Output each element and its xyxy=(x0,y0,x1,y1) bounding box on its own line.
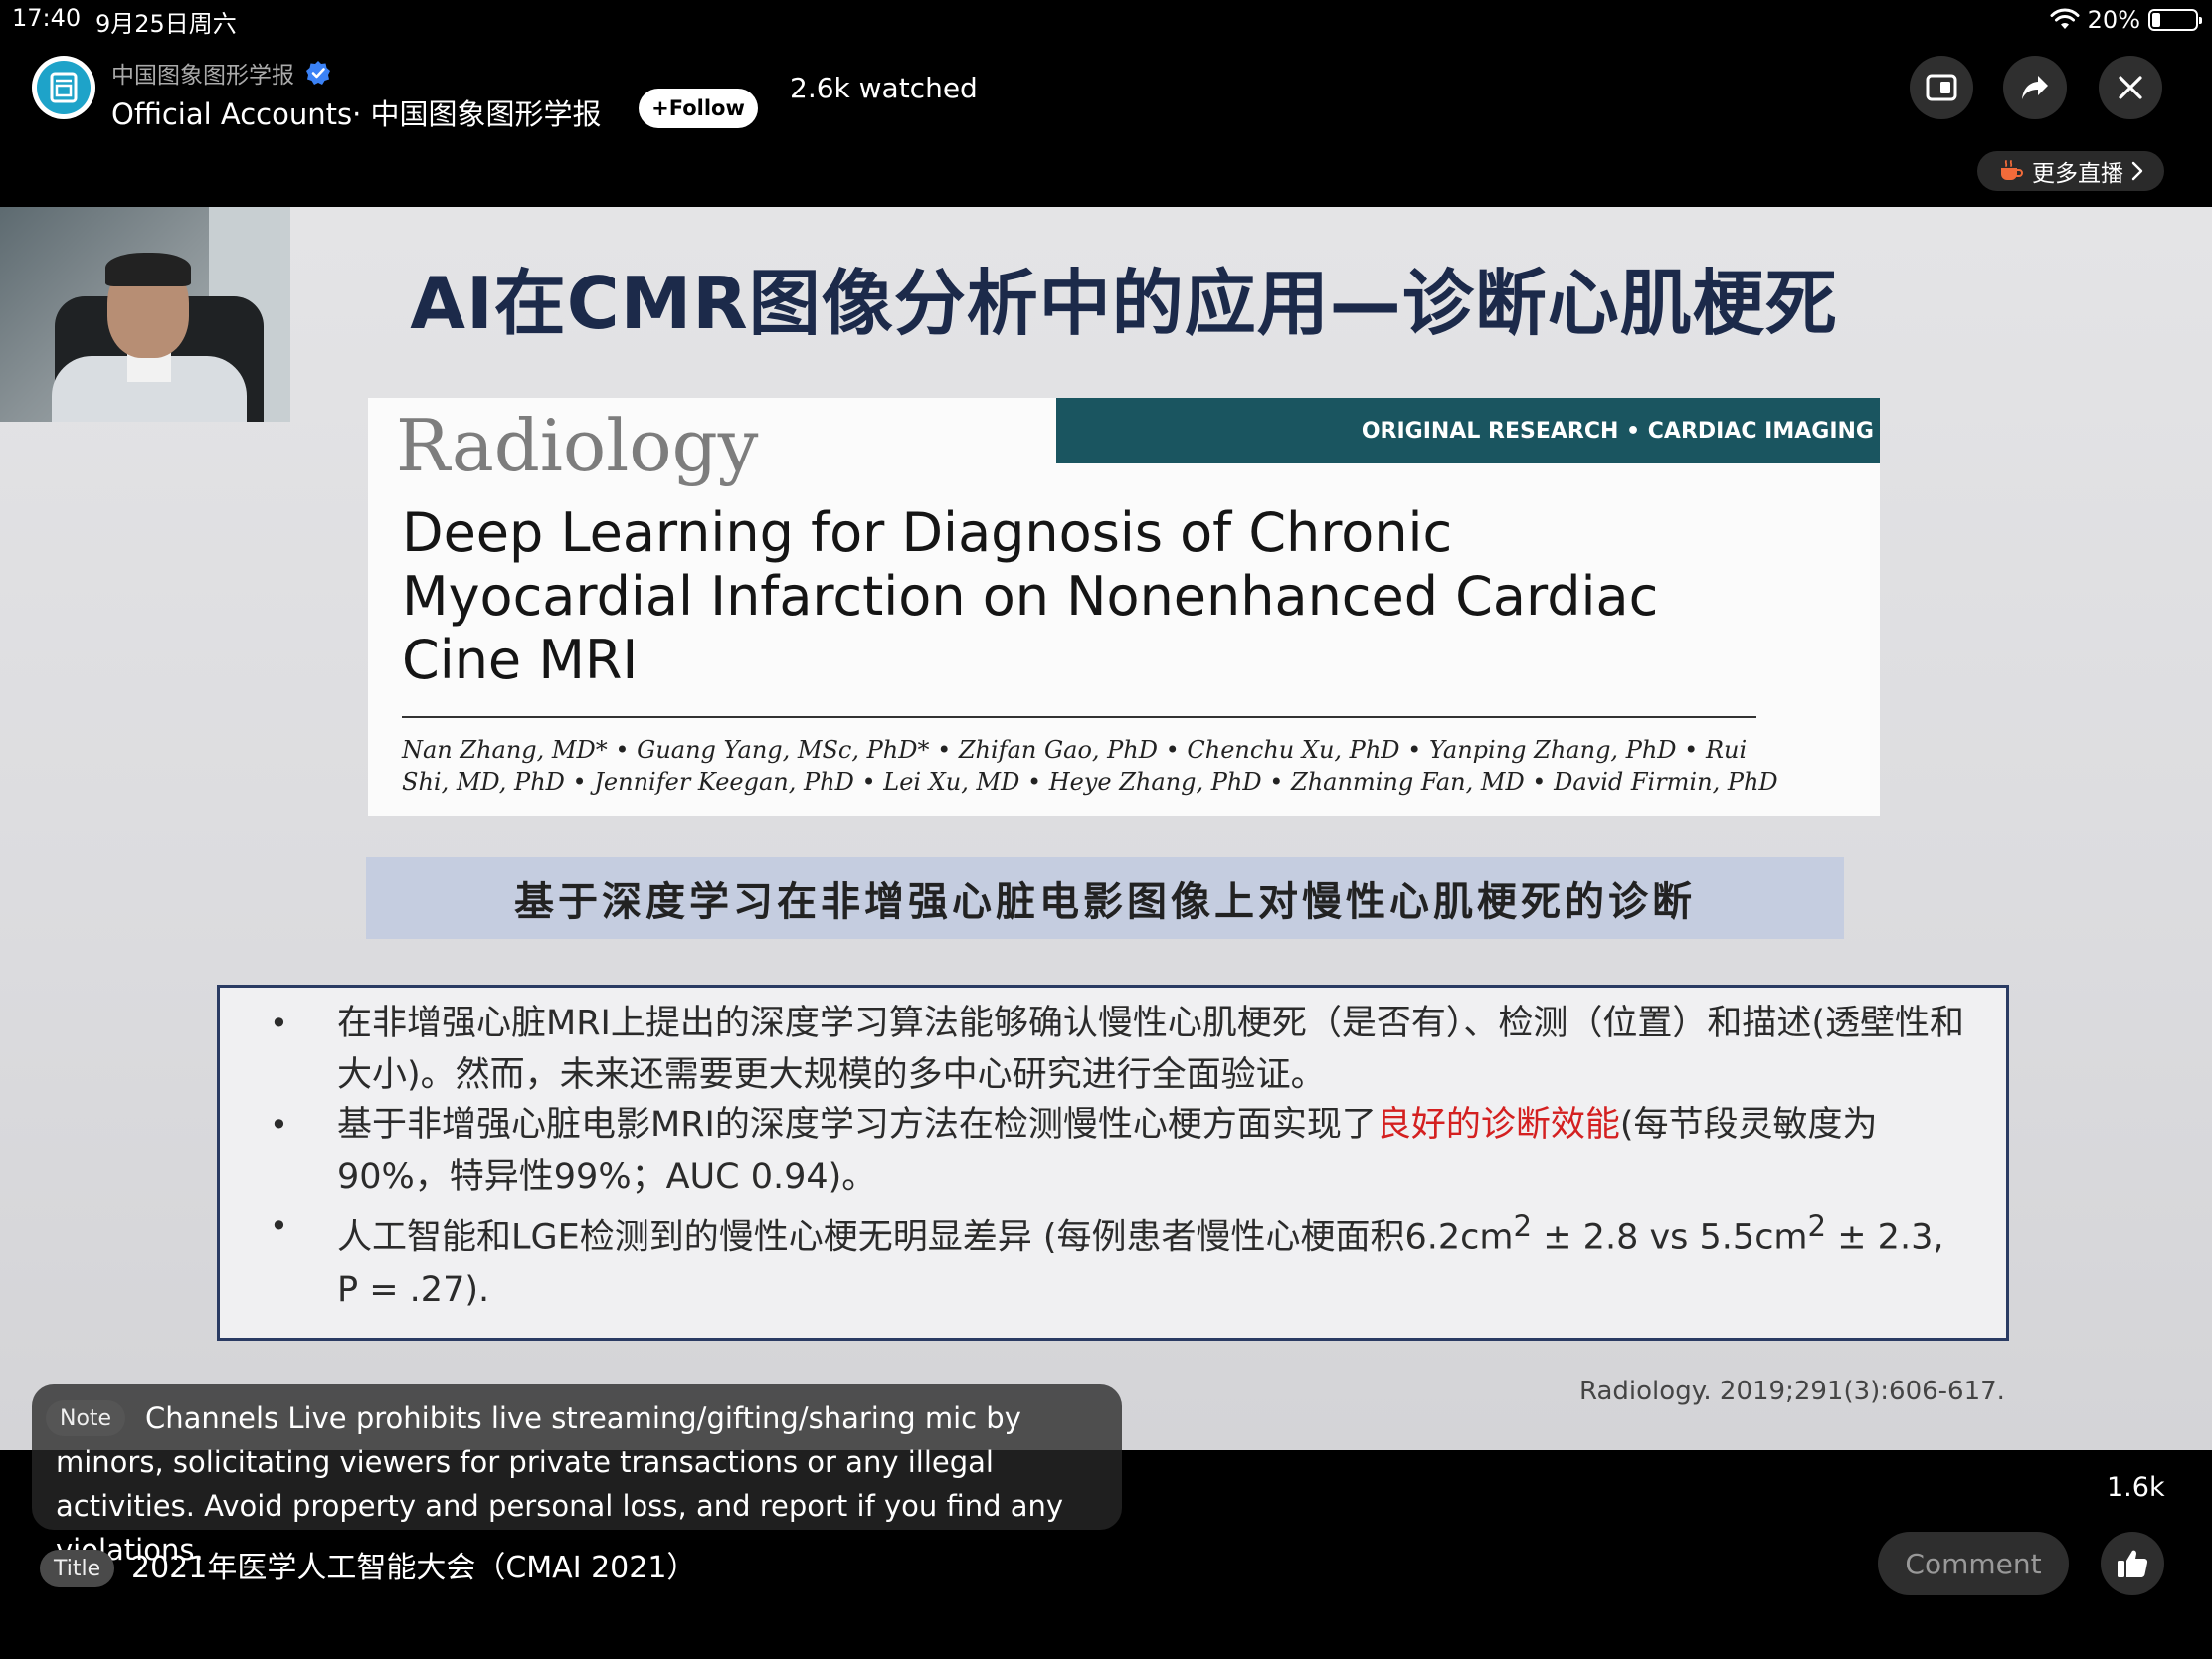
account-name[interactable]: 中国图象图形学报 xyxy=(111,56,332,90)
journal-logo: Radiology xyxy=(396,404,759,487)
live-video[interactable]: AI在CMR图像分析中的应用—诊断心肌梗死 Radiology ORIGINAL… xyxy=(0,207,2212,1450)
share-icon xyxy=(2022,76,2048,99)
comment-button[interactable]: Comment xyxy=(1878,1532,2069,1595)
chevron-right-icon xyxy=(2131,161,2143,181)
journal-logo-icon xyxy=(50,72,78,103)
findings-box: • 在非增强心脏MRI上提出的深度学习算法能够确认慢性心肌梗死（是否有）、检测（… xyxy=(217,985,2009,1341)
status-bar: 17:40 9月25日周六 20% xyxy=(0,0,2212,40)
notice-panel: Channels Live prohibits live streaming/g… xyxy=(32,1384,1122,1567)
section-banner: ORIGINAL RESEARCH • CARDIAC IMAGING xyxy=(1056,398,1880,463)
battery-percentage: 20% xyxy=(2087,6,2140,34)
status-time: 17:40 xyxy=(12,4,82,32)
cup-icon xyxy=(2001,160,2023,180)
citation: Radiology. 2019;291(3):606-617. xyxy=(1579,1377,2005,1406)
presenter-webcam xyxy=(0,207,290,422)
account-avatar[interactable] xyxy=(32,56,95,119)
chinese-subtitle: 基于深度学习在非增强心脏电影图像上对慢性心肌梗死的诊断 xyxy=(366,857,1844,939)
more-live-button[interactable]: 更多直播 xyxy=(1977,151,2164,191)
paper-title: Deep Learning for Diagnosis of Chronic M… xyxy=(402,501,1659,691)
slide-title: AI在CMR图像分析中的应用—诊断心肌梗死 xyxy=(410,262,1838,345)
pip-button[interactable] xyxy=(1910,56,1973,119)
follow-button[interactable]: +Follow xyxy=(639,89,758,128)
highlighted-text: 良好的诊断效能 xyxy=(1376,1105,1620,1145)
verified-icon xyxy=(306,61,330,85)
thumbs-up-icon xyxy=(2118,1550,2148,1577)
live-title: 2021年医学人工智能大会（CMAI 2021） xyxy=(131,1551,697,1585)
like-count: 1.6k xyxy=(2107,1472,2165,1503)
divider xyxy=(402,716,1756,718)
battery-icon xyxy=(2148,9,2202,31)
title-tag: Title xyxy=(40,1550,115,1587)
share-button[interactable] xyxy=(2003,56,2067,119)
close-button[interactable] xyxy=(2099,56,2162,119)
watched-count: 2.6k watched xyxy=(790,72,978,104)
status-date: 9月25日周六 xyxy=(95,10,237,38)
paper-card: Radiology ORIGINAL RESEARCH • CARDIAC IM… xyxy=(368,398,1880,816)
pip-icon xyxy=(1926,74,1957,101)
status-indicators: 20% xyxy=(2050,3,2202,37)
close-icon xyxy=(2119,76,2142,99)
more-live-label: 更多直播 xyxy=(2032,161,2123,187)
account-line[interactable]: Official Accounts· 中国图象图形学报 xyxy=(111,92,602,133)
note-tag: Note xyxy=(46,1400,126,1436)
wifi-icon xyxy=(2050,8,2080,29)
paper-authors: Nan Zhang, MD* • Guang Yang, MSc, PhD* •… xyxy=(402,736,1778,796)
notice-text: Channels Live prohibits live streaming/g… xyxy=(56,1401,1064,1567)
like-button[interactable] xyxy=(2101,1532,2164,1595)
